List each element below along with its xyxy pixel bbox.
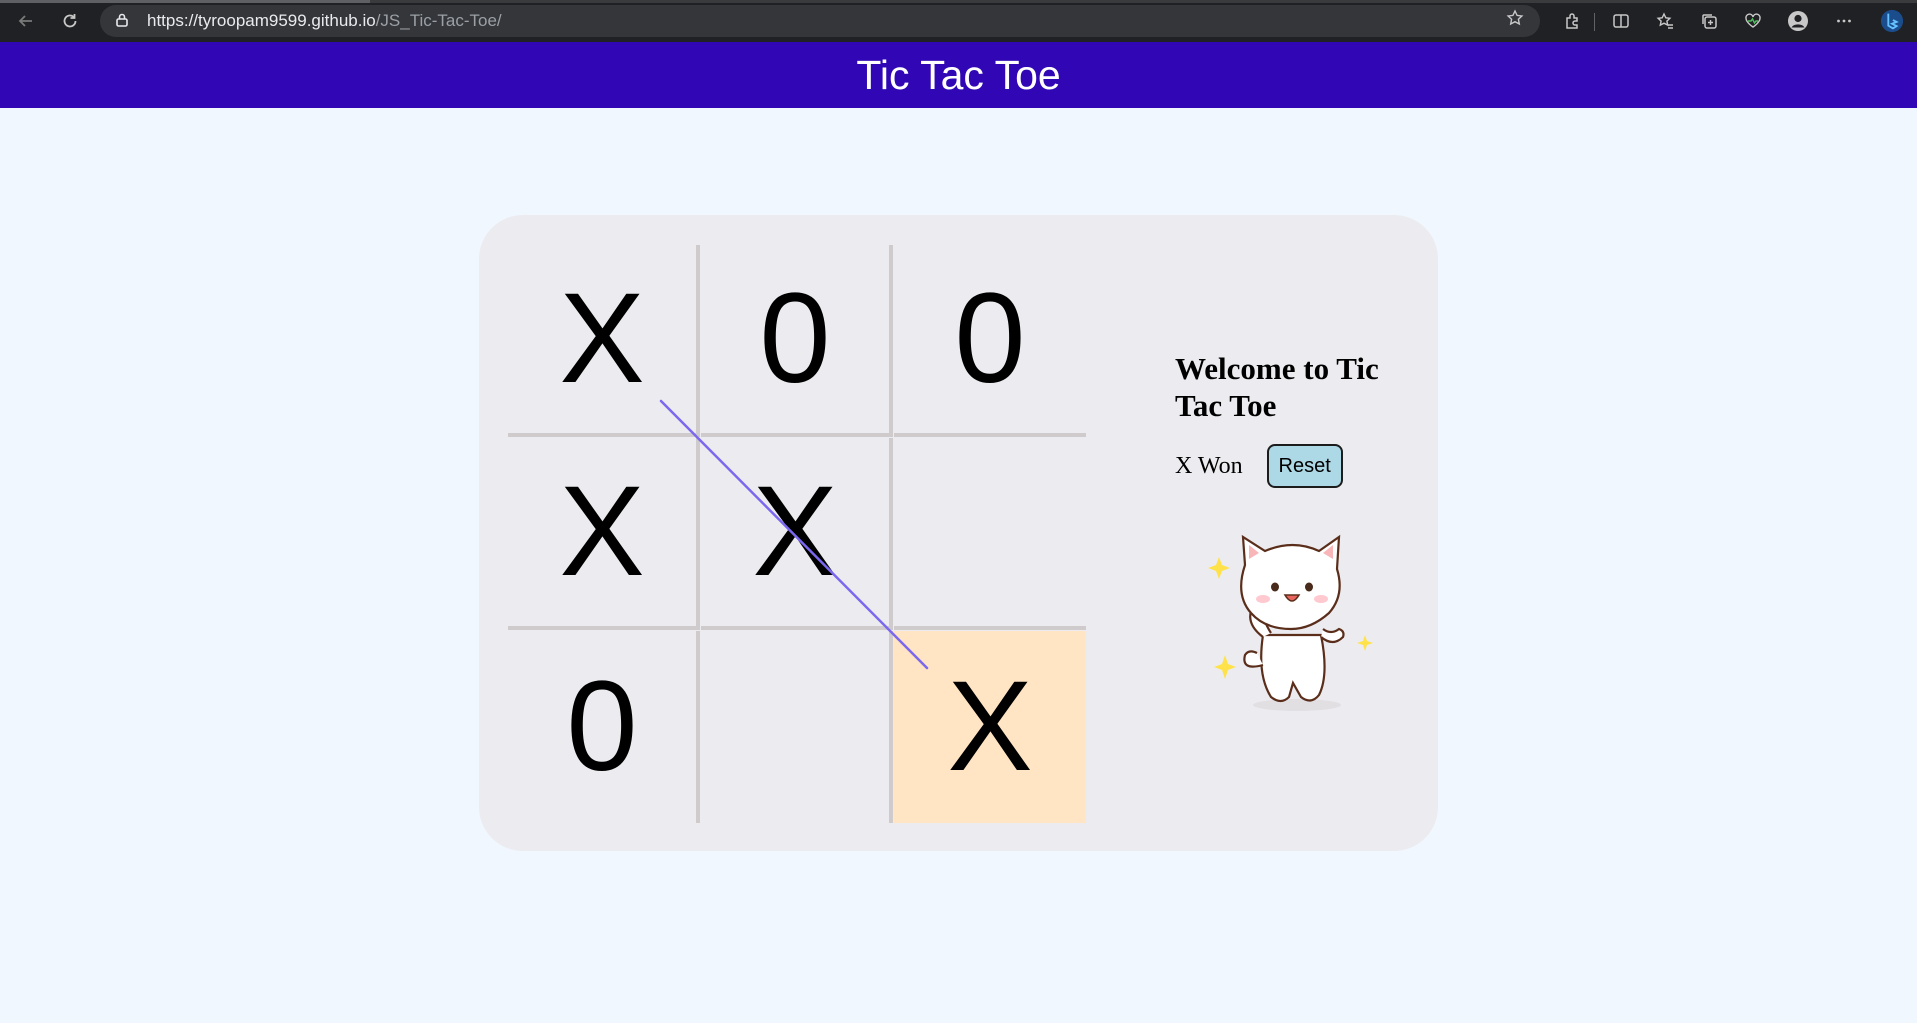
url-host: https://tyroopam9599.github.io — [147, 11, 376, 30]
browser-toolbar: https://tyroopam9599.github.io/JS_Tic-Ta… — [0, 0, 1917, 42]
board-cell-6[interactable] — [894, 438, 1086, 630]
url-text: https://tyroopam9599.github.io/JS_Tic-Ta… — [147, 11, 502, 31]
browser-essentials-icon[interactable] — [1741, 9, 1765, 33]
toolbar-divider — [1594, 13, 1595, 31]
board-cell-3[interactable]: 0 — [894, 245, 1086, 437]
reset-button[interactable]: Reset — [1266, 444, 1343, 488]
back-arrow-icon[interactable] — [14, 9, 38, 33]
url-path: /JS_Tic-Tac-Toe/ — [375, 11, 502, 30]
collections-icon[interactable] — [1697, 9, 1721, 33]
extensions-icon[interactable] — [1560, 9, 1584, 33]
dancing-cat-illustration — [1208, 534, 1373, 711]
board-cell-4[interactable]: X — [508, 438, 700, 630]
profile-icon[interactable] — [1786, 9, 1810, 33]
board-cell-2[interactable]: 0 — [701, 245, 893, 437]
favorites-icon[interactable] — [1653, 9, 1677, 33]
reload-icon[interactable] — [58, 9, 82, 33]
board-cell-1[interactable]: X — [508, 245, 700, 437]
copilot-icon[interactable] — [1880, 9, 1904, 33]
board-cell-8[interactable] — [701, 631, 893, 823]
welcome-heading: Welcome to Tic Tac Toe — [1175, 351, 1379, 423]
info-panel: Welcome to Tic Tac Toe X Won Reset — [1175, 350, 1415, 488]
game-board: X 0 0 X X 0 X — [508, 245, 1086, 823]
board-cell-5[interactable]: X — [701, 438, 893, 630]
game-status: X Won — [1175, 452, 1243, 479]
board-cell-9[interactable]: X — [894, 631, 1086, 823]
tab-strip-edge — [0, 0, 1917, 3]
address-bar[interactable]: https://tyroopam9599.github.io/JS_Tic-Ta… — [100, 5, 1540, 37]
favorite-star-icon[interactable] — [1506, 9, 1524, 32]
split-screen-icon[interactable] — [1609, 9, 1633, 33]
more-menu-icon[interactable] — [1832, 9, 1856, 33]
page-title: Tic Tac Toe — [856, 51, 1061, 98]
board-cell-7[interactable]: 0 — [508, 631, 700, 823]
site-header: Tic Tac Toe — [0, 42, 1917, 108]
lock-icon — [116, 13, 128, 27]
status-row: X Won Reset — [1175, 444, 1415, 488]
